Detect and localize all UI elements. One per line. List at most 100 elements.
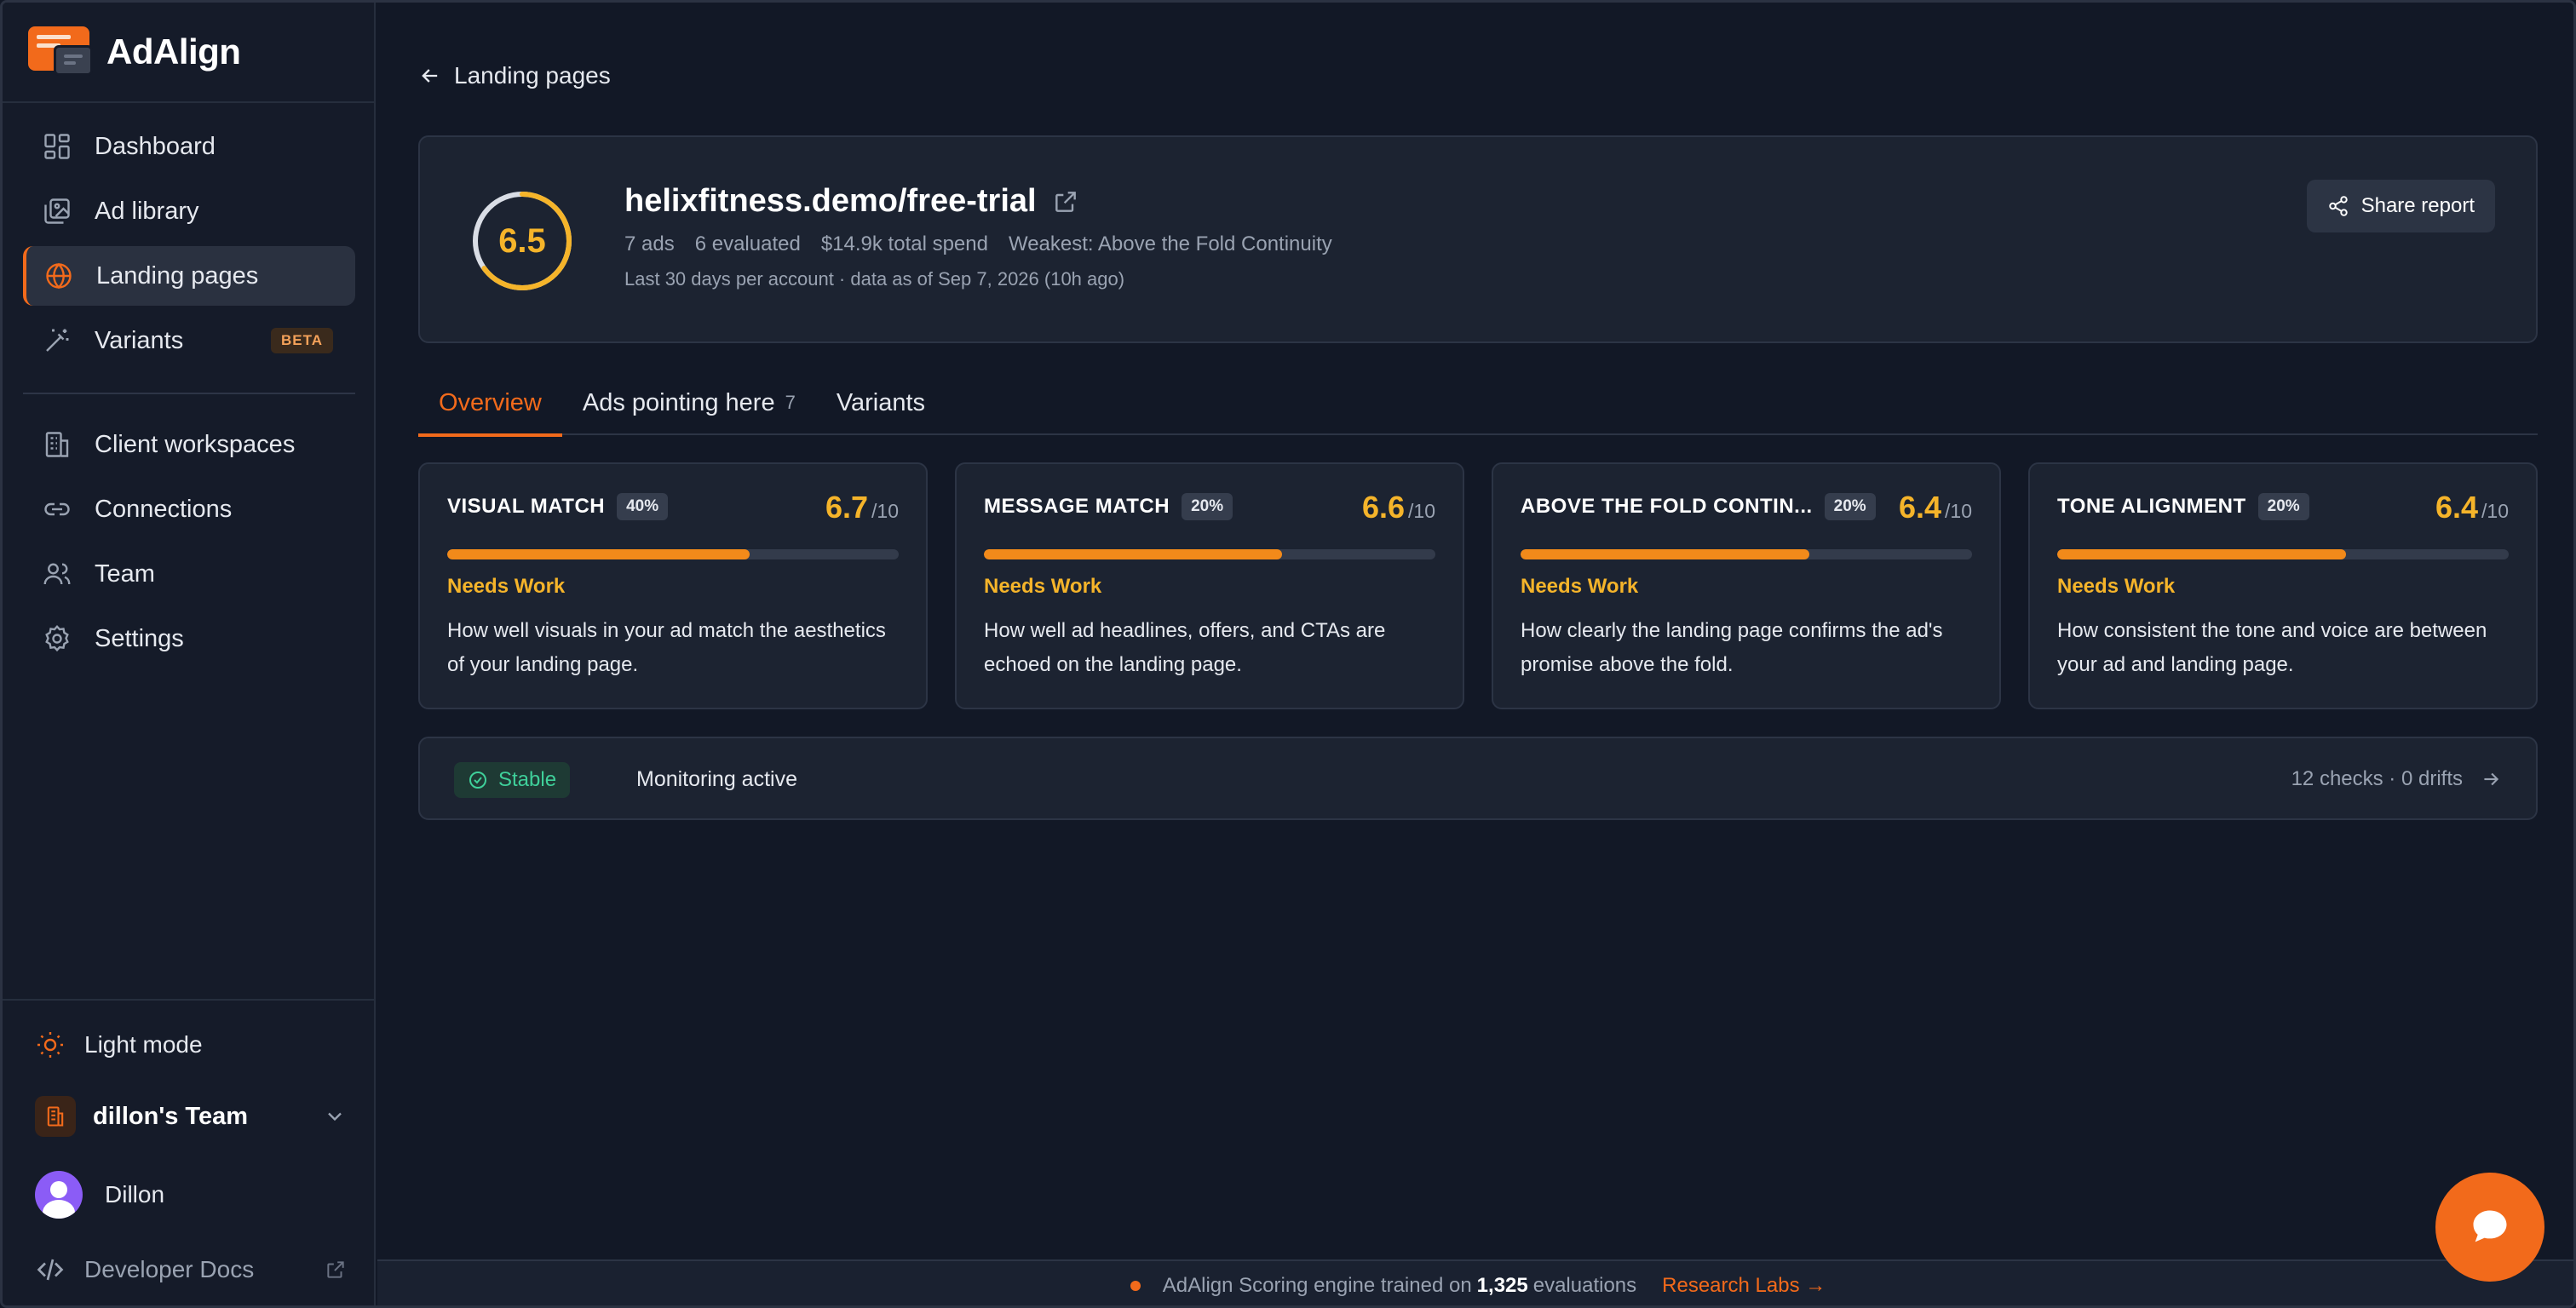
tab-label: Overview xyxy=(439,388,542,416)
tab-count: 7 xyxy=(785,392,796,413)
metric-status: Needs Work xyxy=(984,575,1102,598)
sidebar-item-label: Variants xyxy=(95,326,184,354)
tab-label: Variants xyxy=(836,388,926,416)
landing-page-header-card: 6.5 helixfitness.demo/free-trial 7 ads 6… xyxy=(418,135,2538,343)
sidebar-divider xyxy=(3,101,376,103)
team-building-icon xyxy=(35,1096,76,1137)
landing-page-url-text: helixfitness.demo/free-trial xyxy=(624,183,1037,219)
metric-description: How clearly the landing page confirms th… xyxy=(1521,619,1943,676)
metric-progress-bar xyxy=(1521,549,1972,559)
chat-button[interactable] xyxy=(2435,1173,2544,1282)
metric-weight: 40% xyxy=(617,493,669,520)
sidebar-item-label: Dashboard xyxy=(95,132,216,160)
user-profile[interactable]: Dillon xyxy=(35,1171,347,1219)
metric-weight: 20% xyxy=(1824,493,1876,520)
sidebar-item-dashboard[interactable]: Dashboard xyxy=(23,117,355,176)
gear-icon xyxy=(45,624,69,652)
ads-count: 7 ads xyxy=(624,232,675,255)
tab-overview[interactable]: Overview xyxy=(418,370,562,437)
dashboard-icon xyxy=(44,134,70,159)
user-name: Dillon xyxy=(105,1181,165,1208)
back-link[interactable]: Landing pages xyxy=(418,62,611,89)
metric-score: 6.4 /10 xyxy=(1899,490,1972,525)
tab-bar: Overview Ads pointing here 7 Variants xyxy=(418,370,2538,437)
developer-docs-link[interactable]: Developer Docs xyxy=(35,1254,347,1285)
sidebar-divider xyxy=(3,999,376,1001)
tab-ads-pointing-here[interactable]: Ads pointing here 7 xyxy=(562,370,816,435)
check-circle-icon xyxy=(469,772,486,789)
metric-progress-bar xyxy=(447,549,899,559)
sidebar-item-client-workspaces[interactable]: Client workspaces xyxy=(23,415,355,474)
sidebar-item-ad-library[interactable]: Ad library xyxy=(23,181,355,241)
brand-logo-icon xyxy=(28,26,93,77)
sun-icon xyxy=(37,1032,63,1058)
metric-score-denominator: /10 xyxy=(1408,500,1435,522)
monitoring-label: Monitoring active xyxy=(636,767,797,791)
metric-card-message-match[interactable]: MESSAGE MATCH 20% 6.6 /10 Needs Work How… xyxy=(955,462,1464,709)
metric-progress-bar xyxy=(2057,549,2509,559)
research-labs-link[interactable]: Research Labs → xyxy=(1662,1274,1826,1298)
users-icon xyxy=(43,563,71,585)
avatar xyxy=(35,1171,83,1219)
overall-score: 6.5 xyxy=(498,221,546,260)
sidebar-item-variants[interactable]: Variants BETA xyxy=(23,311,355,370)
metric-score-denominator: /10 xyxy=(2481,500,2509,522)
footer-evaluation-count: 1,325 xyxy=(1476,1274,1528,1297)
sidebar-item-label: Ad library xyxy=(95,197,199,225)
sidebar-item-team[interactable]: Team xyxy=(23,544,355,604)
metric-card-tone-alignment[interactable]: TONE ALIGNMENT 20% 6.4 /10 Needs Work Ho… xyxy=(2028,462,2538,709)
magic-wand-icon xyxy=(46,329,69,352)
metric-card-above-the-fold[interactable]: ABOVE THE FOLD CONTIN... 20% 6.4 /10 Nee… xyxy=(1492,462,2001,709)
status-badge-label: Stable xyxy=(498,768,557,791)
beta-badge: BETA xyxy=(270,328,333,353)
landing-page-url[interactable]: helixfitness.demo/free-trial xyxy=(624,183,1079,220)
tab-label: Ads pointing here xyxy=(582,388,775,416)
team-switcher[interactable]: dillon's Team xyxy=(35,1096,347,1137)
building-icon xyxy=(45,432,69,457)
total-spend: $14.9k total spend xyxy=(820,232,988,255)
monitoring-card[interactable]: Stable Monitoring active 12 checks · 0 d… xyxy=(418,737,2538,820)
metric-score: 6.6 /10 xyxy=(1362,490,1435,525)
monitoring-summary[interactable]: 12 checks · 0 drifts xyxy=(2291,767,2502,791)
link-icon xyxy=(44,502,70,516)
sidebar-item-landing-pages[interactable]: Landing pages xyxy=(23,246,355,306)
sidebar-item-connections[interactable]: Connections xyxy=(23,479,355,539)
metric-name: MESSAGE MATCH xyxy=(984,495,1170,518)
metric-status: Needs Work xyxy=(2057,575,2176,598)
metric-score-value: 6.4 xyxy=(1898,490,1942,525)
light-mode-toggle[interactable]: Light mode xyxy=(35,1030,203,1060)
sidebar-item-label: Client workspaces xyxy=(95,430,296,458)
metric-name: TONE ALIGNMENT xyxy=(2057,495,2246,518)
brand[interactable]: AdAlign xyxy=(28,25,241,79)
metric-card-visual-match[interactable]: VISUAL MATCH 40% 6.7 /10 Needs Work How … xyxy=(418,462,928,709)
metric-weight: 20% xyxy=(1182,493,1233,520)
metric-score: 6.4 /10 xyxy=(2435,490,2509,525)
sidebar-item-label: Landing pages xyxy=(96,261,259,290)
metric-description: How well ad headlines, offers, and CTAs … xyxy=(984,619,1386,676)
metric-description: How well visuals in your ad match the ae… xyxy=(447,619,886,676)
sidebar-item-settings[interactable]: Settings xyxy=(23,609,355,668)
back-link-label: Landing pages xyxy=(454,62,611,89)
metric-description: How consistent the tone and voice are be… xyxy=(2057,619,2487,676)
metric-score: 6.7 /10 xyxy=(825,490,899,525)
external-link-icon[interactable] xyxy=(1052,188,1079,215)
metric-progress-bar xyxy=(984,549,1435,559)
metric-header: ABOVE THE FOLD CONTIN... 20% xyxy=(1521,493,1876,520)
metric-score-value: 6.4 xyxy=(2435,490,2479,525)
metric-status: Needs Work xyxy=(1521,575,1639,598)
status-badge: Stable xyxy=(454,762,571,798)
image-library-icon xyxy=(44,198,70,224)
sidebar-item-label: Team xyxy=(95,559,155,588)
main-content: Landing pages 6.5 helixfitness.demo/free… xyxy=(377,3,2573,1305)
metric-header: VISUAL MATCH 40% xyxy=(447,493,669,520)
share-report-button[interactable]: Share report xyxy=(2306,180,2495,232)
metric-score-value: 6.7 xyxy=(825,490,869,525)
app-window: AdAlign Dashboard Ad library Landing pag… xyxy=(0,0,2576,1308)
sidebar-item-label: Settings xyxy=(95,624,184,652)
light-mode-label: Light mode xyxy=(84,1031,203,1058)
tab-variants[interactable]: Variants xyxy=(816,370,946,435)
metric-status: Needs Work xyxy=(447,575,566,598)
code-icon xyxy=(37,1259,64,1281)
evaluated-count: 6 evaluated xyxy=(694,232,801,255)
metric-name: ABOVE THE FOLD CONTIN... xyxy=(1521,495,1813,518)
